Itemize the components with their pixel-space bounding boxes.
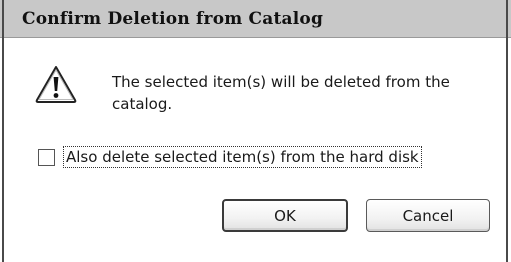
delete-from-disk-checkbox[interactable] bbox=[38, 148, 55, 166]
dialog-title: Confirm Deletion from Catalog bbox=[22, 9, 324, 29]
warning-icon bbox=[34, 64, 78, 104]
delete-from-disk-label[interactable]: Also delete selected item(s) from the ha… bbox=[63, 146, 422, 168]
dialog-message: The selected item(s) will be deleted fro… bbox=[112, 73, 450, 113]
cancel-button[interactable]: Cancel bbox=[366, 199, 490, 232]
window-border-left bbox=[2, 0, 4, 262]
ok-button[interactable]: OK bbox=[222, 199, 348, 232]
title-bar[interactable]: Confirm Deletion from Catalog bbox=[0, 0, 511, 38]
delete-from-disk-option[interactable]: Also delete selected item(s) from the ha… bbox=[38, 146, 422, 168]
confirm-deletion-dialog: Confirm Deletion from Catalog The select… bbox=[0, 0, 511, 262]
window-border-right bbox=[506, 0, 508, 262]
